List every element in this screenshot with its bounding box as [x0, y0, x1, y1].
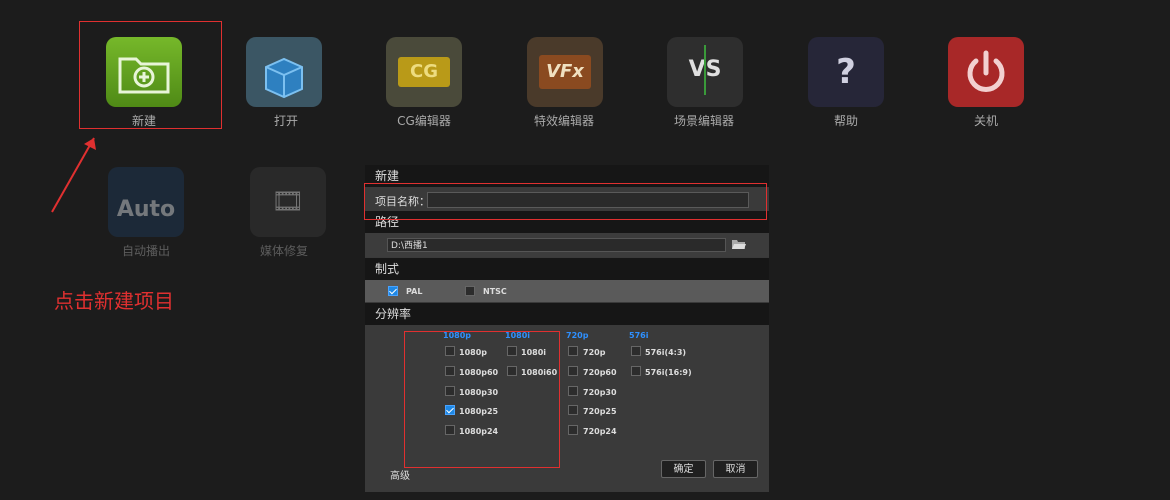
cb-720p60[interactable]: [568, 366, 578, 376]
scene-icon[interactable]: VS: [667, 37, 743, 107]
label-720p24: 720p24: [583, 427, 617, 436]
advanced-link[interactable]: 高级: [390, 467, 410, 482]
cg-glyph: CG: [398, 57, 450, 87]
cg-icon[interactable]: CG: [386, 37, 462, 107]
cb-720p24[interactable]: [568, 425, 578, 435]
format-header: 制式: [365, 258, 769, 280]
app-label-cg: CG编辑器: [397, 114, 451, 128]
highlight-1080-box: [404, 331, 560, 468]
label-576i-16-9: 576i(16:9): [645, 368, 692, 377]
app-label-help: 帮助: [833, 114, 858, 128]
label-720p30: 720p30: [583, 388, 617, 397]
cb-720p30[interactable]: [568, 386, 578, 396]
app-label-open: 打开: [273, 114, 298, 128]
app-label-media-repair: 媒体修复: [259, 244, 308, 258]
resolution-header: 分辨率: [365, 303, 769, 325]
path-field[interactable]: D:\西播1: [387, 238, 726, 252]
annotation-arrow: [51, 137, 96, 213]
cb-576i-4-3[interactable]: [631, 346, 641, 356]
ntsc-label: NTSC: [483, 287, 507, 296]
highlight-new-box: [79, 21, 222, 129]
app-label-shutdown: 关机: [973, 114, 998, 128]
app-label-vfx: 特效编辑器: [533, 114, 594, 128]
box-icon[interactable]: [246, 37, 322, 107]
highlight-name-box: [364, 183, 767, 220]
film-glyph: 🎞: [271, 187, 305, 217]
auto-glyph: Auto: [116, 197, 176, 222]
question-glyph: ?: [836, 52, 856, 92]
power-icon[interactable]: [948, 37, 1024, 107]
col-head-576i: 576i: [629, 331, 649, 340]
media-repair-icon[interactable]: 🎞: [250, 167, 326, 237]
app-label-auto: 自动播出: [121, 244, 170, 258]
col-head-720p: 720p: [566, 331, 589, 340]
label-720p60: 720p60: [583, 368, 617, 377]
folder-open-icon[interactable]: [731, 238, 747, 250]
ntsc-checkbox[interactable]: [465, 286, 475, 296]
auto-icon[interactable]: Auto: [108, 167, 184, 237]
vfx-icon[interactable]: VFx: [527, 37, 603, 107]
app-label-scene: 场景编辑器: [673, 114, 734, 128]
label-720p25: 720p25: [583, 407, 617, 416]
help-icon[interactable]: ?: [808, 37, 884, 107]
cancel-button[interactable]: 取消: [713, 460, 758, 478]
vfx-glyph: VFx: [539, 55, 591, 89]
cb-720p25[interactable]: [568, 405, 578, 415]
ok-button[interactable]: 确定: [661, 460, 706, 478]
label-576i-4-3: 576i(4:3): [645, 348, 687, 357]
pal-label: PAL: [406, 287, 423, 296]
pal-checkbox[interactable]: [388, 286, 398, 296]
annotation-text: 点击新建项目: [54, 289, 174, 313]
cb-576i-16-9[interactable]: [631, 366, 641, 376]
cb-720p[interactable]: [568, 346, 578, 356]
label-720p: 720p: [583, 348, 606, 357]
